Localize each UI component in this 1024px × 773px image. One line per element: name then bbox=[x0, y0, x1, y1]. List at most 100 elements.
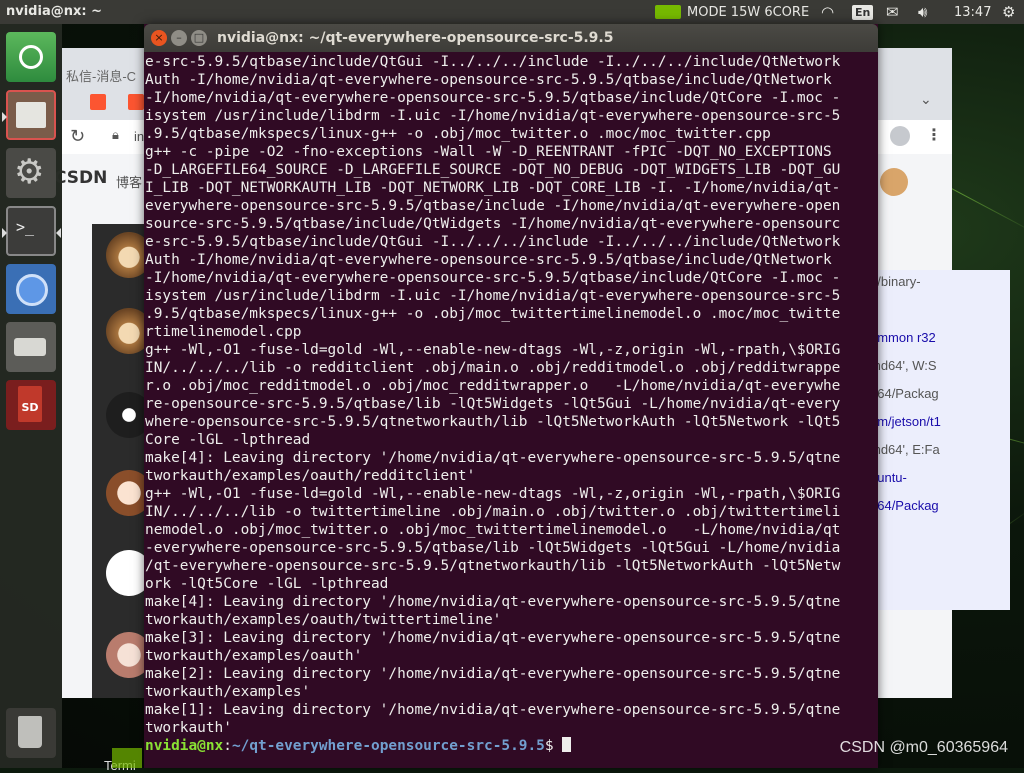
drive-shape bbox=[14, 338, 46, 356]
clock[interactable]: 13:47 bbox=[954, 0, 991, 24]
terminal-line: g++ -c -pipe -O2 -fno-exceptions -Wall -… bbox=[145, 144, 832, 160]
minimize-button[interactable]: – bbox=[171, 30, 187, 46]
terminal-line: tworkauth/examples/oauth' bbox=[145, 648, 363, 664]
terminal-line: everywhere-opensource-src-5.9.5/qtbase/i… bbox=[145, 198, 841, 214]
ubuntu-logo bbox=[19, 45, 43, 69]
files-icon[interactable] bbox=[2, 90, 56, 140]
terminal-line: IN/../../../lib -o redditclient .obj/mai… bbox=[145, 360, 841, 376]
terminal-line: tworkauth/examples' bbox=[145, 684, 311, 700]
close-button[interactable]: × bbox=[151, 30, 167, 46]
pane-line: md64', E:Fa bbox=[870, 442, 940, 457]
active-window-title: nvidia@nx: ~ bbox=[6, 4, 102, 19]
pane-line: om/jetson/t1 bbox=[870, 414, 941, 429]
terminal-line: make[3]: Leaving directory '/home/nvidia… bbox=[145, 630, 841, 646]
browser-tab-title[interactable]: 私信-消息-C bbox=[66, 66, 136, 85]
sd-card-shape: SD bbox=[18, 386, 42, 422]
terminal-line: -D_LARGEFILE64_SOURCE -D_LARGEFILE_SOURC… bbox=[145, 162, 841, 178]
maximize-button[interactable]: □ bbox=[191, 30, 207, 46]
terminal-title: nvidia@nx: ~/qt-everywhere-opensource-sr… bbox=[217, 30, 614, 46]
prompt-symbol: $ bbox=[544, 738, 563, 754]
terminal-window[interactable]: × – □ nvidia@nx: ~/qt-everywhere-opensou… bbox=[144, 24, 878, 768]
terminal-line: -everywhere-opensource-src-5.9.5/qtbase/… bbox=[145, 540, 841, 556]
top-panel: nvidia@nx: ~ MODE 15W 6CORE ◠ En ✉ 🔊︎ 13… bbox=[0, 0, 1024, 24]
reload-icon[interactable]: ↻ bbox=[70, 126, 85, 147]
wifi-icon[interactable]: ◠ bbox=[821, 0, 834, 24]
drive-icon[interactable] bbox=[6, 322, 56, 372]
terminal-line: make[4]: Leaving directory '/home/nvidia… bbox=[145, 594, 841, 610]
terminal-line: rtimelinemodel.cpp bbox=[145, 324, 302, 340]
profile-icon[interactable] bbox=[890, 126, 910, 146]
csdn-watermark: CSDN @m0_60365964 bbox=[839, 739, 1008, 756]
gear-icon[interactable]: ⚙ bbox=[1002, 0, 1015, 24]
nvidia-icon bbox=[655, 5, 681, 19]
chromium-icon[interactable] bbox=[6, 264, 56, 314]
terminal-line: .9.5/qtbase/mkspecs/linux-g++ -o .obj/mo… bbox=[145, 126, 771, 142]
terminal-line: I_LIB -DQT_NETWORKAUTH_LIB -DQT_NETWORK_… bbox=[145, 180, 841, 196]
system-settings-icon[interactable]: ⚙ bbox=[6, 148, 56, 198]
terminal-line: tworkauth/examples/oauth/twittertimeline… bbox=[145, 612, 502, 628]
nvidia-power-indicator[interactable]: MODE 15W 6CORE bbox=[655, 0, 809, 24]
csdn-tab-icon[interactable] bbox=[90, 94, 106, 110]
pane-line: d64/Packag bbox=[870, 498, 939, 513]
terminal-line: Auth -I/home/nvidia/qt-everywhere-openso… bbox=[145, 72, 832, 88]
ubuntu-dash-icon[interactable] bbox=[6, 32, 56, 82]
terminal-line: tworkauth' bbox=[145, 720, 232, 736]
prompt-separator: : bbox=[223, 738, 232, 754]
csdn-tab-icon[interactable] bbox=[128, 94, 144, 110]
chromium-circle bbox=[16, 274, 48, 306]
terminal-line: make[2]: Leaving directory '/home/nvidia… bbox=[145, 666, 841, 682]
terminal-line: g++ -Wl,-O1 -fuse-ld=gold -Wl,--enable-n… bbox=[145, 486, 841, 502]
terminal-output[interactable]: e-src-5.9.5/qtbase/include/QtGui -I../..… bbox=[145, 53, 875, 768]
terminal-line: e-src-5.9.5/qtbase/include/QtGui -I../..… bbox=[145, 234, 841, 250]
lock-icon[interactable]: 🔒︎ bbox=[112, 128, 119, 143]
terminal-line: isystem /usr/include/libdrm -I.uic -I/ho… bbox=[145, 288, 841, 304]
terminal-line: e-src-5.9.5/qtbase/include/QtGui -I../..… bbox=[145, 54, 841, 70]
terminal-line: .9.5/qtbase/mkspecs/linux-g++ -o .obj/mo… bbox=[145, 306, 841, 322]
power-mode-label: MODE 15W 6CORE bbox=[687, 4, 810, 20]
pane-line: ommon r32 bbox=[870, 330, 936, 345]
terminal-line: /qt-everywhere-opensource-src-5.9.5/qtne… bbox=[145, 558, 841, 574]
mail-icon[interactable]: ✉ bbox=[886, 0, 899, 24]
nav-item-blog[interactable]: 博客 bbox=[116, 172, 142, 191]
prompt-path: ~/qt-everywhere-opensource-src-5.9.5 bbox=[231, 738, 545, 754]
terminal-line: ork -lQt5Core -lGL -lpthread bbox=[145, 576, 389, 592]
terminal-line: r.o .obj/moc_redditmodel.o .obj/moc_redd… bbox=[145, 378, 841, 394]
terminal-prompt[interactable]: nvidia@nx:~/qt-everywhere-opensource-src… bbox=[145, 737, 875, 755]
terminal-lines: e-src-5.9.5/qtbase/include/QtGui -I../..… bbox=[145, 53, 875, 737]
terminal-line: re-opensource-src-5.9.5/qtbase/lib -lQt5… bbox=[145, 396, 841, 412]
drawer-shape bbox=[16, 102, 46, 128]
trash-icon[interactable] bbox=[6, 708, 56, 758]
terminal-line: -I/home/nvidia/qt-everywhere-opensource-… bbox=[145, 270, 841, 286]
terminal-prompt-glyph: >_ bbox=[16, 218, 35, 236]
terminal-line: isystem /usr/include/libdrm -I.uic -I/ho… bbox=[145, 108, 841, 124]
more-menu-icon[interactable]: ⋮ bbox=[926, 125, 942, 144]
terminal-icon[interactable]: >_ bbox=[2, 206, 61, 256]
pane-line: md64', W:S bbox=[870, 358, 937, 373]
terminal-line: -I/home/nvidia/qt-everywhere-opensource-… bbox=[145, 90, 841, 106]
terminal-line: g++ -Wl,-O1 -fuse-ld=gold -Wl,--enable-n… bbox=[145, 342, 841, 358]
sd-card-icon[interactable]: SD bbox=[6, 380, 56, 430]
terminal-line: tworkauth/examples/oauth/redditclient' bbox=[145, 468, 476, 484]
chevron-down-icon[interactable]: ⌄ bbox=[920, 92, 932, 108]
address-bar-text[interactable]: in bbox=[134, 129, 144, 144]
terminal-line: IN/../../../lib -o twittertimeline .obj/… bbox=[145, 504, 841, 520]
header-avatar[interactable] bbox=[880, 168, 908, 196]
pane-line: d64/Packag bbox=[870, 386, 939, 401]
terminal-line: where-opensource-src-5.9.5/qtnetworkauth… bbox=[145, 414, 841, 430]
terminal-line: nemodel.o .obj/moc_twitter.o .obj/moc_tw… bbox=[145, 522, 841, 538]
csdn-logo[interactable]: CSDN bbox=[54, 168, 107, 188]
prompt-user-host: nvidia@nx bbox=[145, 738, 224, 754]
terminal-line: Auth -I/home/nvidia/qt-everywhere-openso… bbox=[145, 252, 832, 268]
volume-icon[interactable]: 🔊︎ bbox=[918, 0, 927, 24]
terminal-line: make[1]: Leaving directory '/home/nvidia… bbox=[145, 702, 841, 718]
trash-bin-shape bbox=[18, 716, 42, 748]
terminal-line: Core -lGL -lpthread bbox=[145, 432, 311, 448]
keyboard-layout-indicator[interactable]: En bbox=[852, 0, 874, 24]
language-label: En bbox=[852, 4, 874, 20]
terminal-title-bar[interactable]: × – □ nvidia@nx: ~/qt-everywhere-opensou… bbox=[144, 24, 878, 52]
terminal-line: source-src-5.9.5/qtbase/include/QtWidget… bbox=[145, 216, 841, 232]
terminal-line: make[4]: Leaving directory '/home/nvidia… bbox=[145, 450, 841, 466]
launcher: ⚙ >_ SD bbox=[0, 24, 62, 768]
nvidia-logo bbox=[112, 748, 142, 768]
text-cursor bbox=[562, 737, 572, 752]
